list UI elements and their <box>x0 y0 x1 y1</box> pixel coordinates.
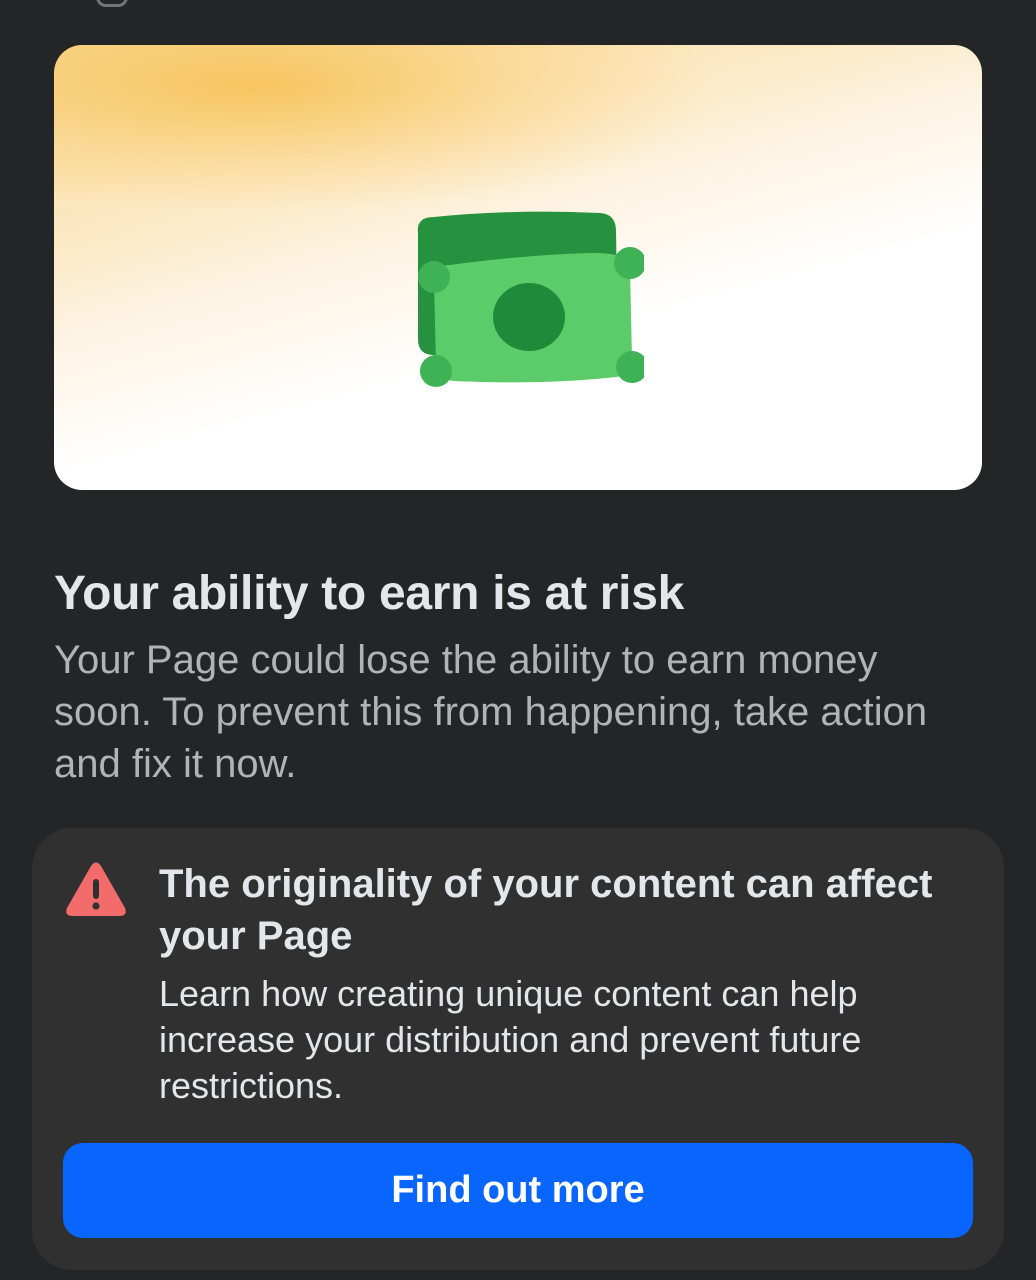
find-out-more-button[interactable]: Find out more <box>63 1143 973 1238</box>
money-bills-icon <box>417 211 644 387</box>
warning-triangle-icon <box>66 862 126 916</box>
page-title: Your ability to earn is at risk <box>54 567 685 620</box>
originality-card: The originality of your content can affe… <box>32 828 1004 1270</box>
card-description: Learn how creating unique content can he… <box>159 973 862 1106</box>
hero-banner <box>54 45 982 490</box>
page-description: Your Page could lose the ability to earn… <box>54 638 928 786</box>
cut-off-glyph <box>96 0 128 7</box>
card-title: The originality of your content can affe… <box>159 862 933 958</box>
